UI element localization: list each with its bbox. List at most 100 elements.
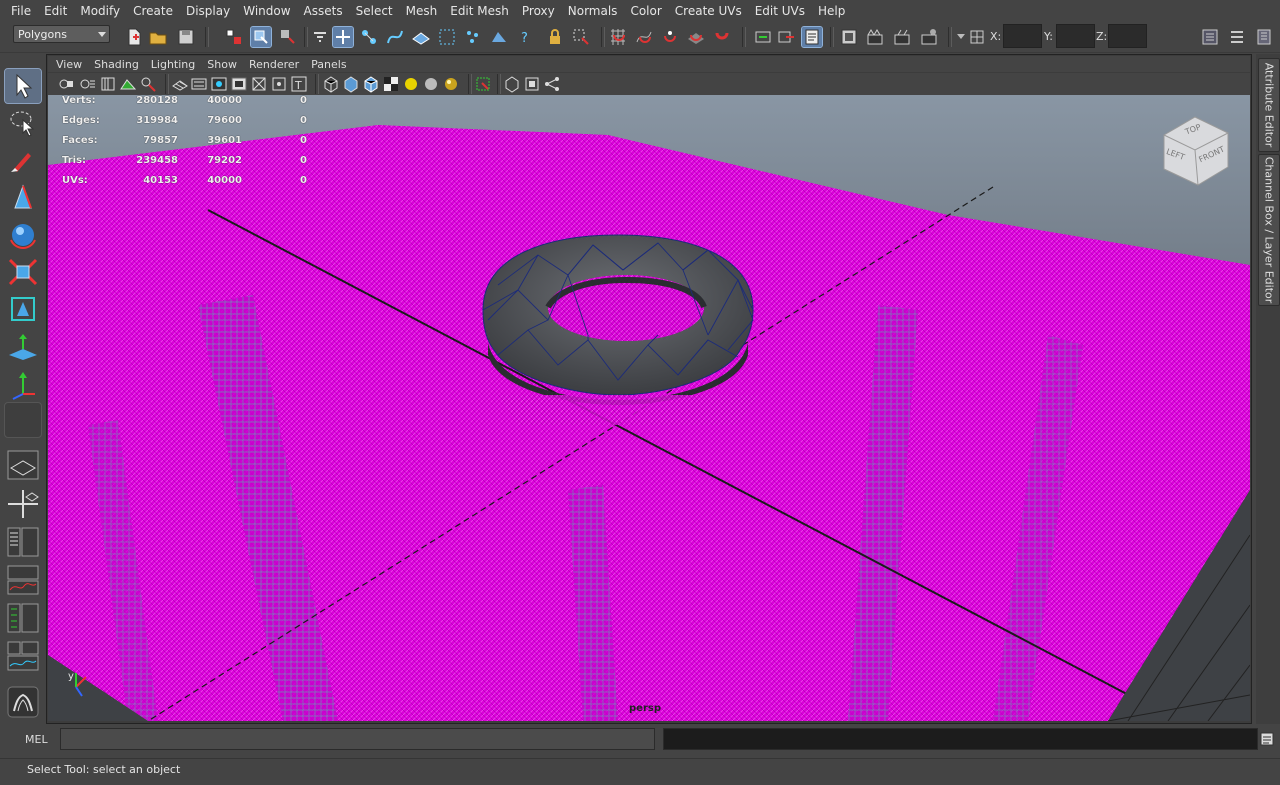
panel-menu-lighting[interactable]: Lighting [145, 58, 201, 71]
mask-deformations-icon[interactable] [437, 27, 457, 47]
menu-assets[interactable]: Assets [298, 0, 350, 22]
toggle-attribute-editor-icon[interactable] [1200, 27, 1220, 47]
panel-menu-view[interactable]: View [48, 58, 88, 71]
safe-title-icon[interactable]: T [290, 75, 308, 93]
panel-menu-show[interactable]: Show [201, 58, 243, 71]
tab-channel-box-layer-editor[interactable]: Channel Box / Layer Editor [1258, 154, 1280, 306]
menu-proxy[interactable]: Proxy [516, 0, 562, 22]
snap-to-curve-icon[interactable] [634, 27, 654, 47]
panel-menu-renderer[interactable]: Renderer [243, 58, 305, 71]
menu-color[interactable]: Color [624, 0, 668, 22]
menu-help[interactable]: Help [812, 0, 852, 22]
two-d-pan-zoom-icon[interactable] [139, 75, 157, 93]
make-live-icon[interactable] [712, 27, 732, 47]
menu-normals[interactable]: Normals [562, 0, 625, 22]
select-by-object-icon[interactable] [250, 26, 272, 48]
menu-window[interactable]: Window [237, 0, 297, 22]
smooth-shade-icon[interactable] [342, 75, 360, 93]
absolute-transform-icon[interactable] [967, 27, 987, 47]
x-field[interactable] [1003, 24, 1042, 48]
maya-quick-launch[interactable] [5, 685, 41, 719]
mask-misc-icon[interactable]: ? [515, 27, 535, 47]
layout-hypershade-persp[interactable] [5, 601, 41, 635]
layout-outliner-persp[interactable] [5, 525, 41, 559]
toggle-tool-settings-icon[interactable] [1227, 27, 1247, 47]
select-by-hierarchy-icon[interactable] [224, 27, 244, 47]
screen-space-ao-icon[interactable] [442, 75, 460, 93]
menu-edit-mesh[interactable]: Edit Mesh [444, 0, 516, 22]
output-connections-icon[interactable] [776, 27, 796, 47]
toggle-channel-box-icon[interactable] [1254, 27, 1274, 47]
camera-attributes-icon[interactable] [79, 75, 97, 93]
layout-graph-editor-persp[interactable] [5, 563, 41, 597]
shadows-icon[interactable] [422, 75, 440, 93]
move-tool[interactable] [5, 181, 41, 215]
select-by-component-icon[interactable] [278, 27, 298, 47]
panel-menu-panels[interactable]: Panels [305, 58, 352, 71]
menu-mesh[interactable]: Mesh [400, 0, 445, 22]
scale-tool[interactable] [5, 255, 41, 289]
highlight-selection-icon[interactable] [571, 27, 591, 47]
open-scene-icon[interactable] [148, 27, 168, 47]
layout-single-perspective[interactable] [5, 448, 41, 482]
film-gate-icon[interactable] [190, 75, 208, 93]
select-tool[interactable] [4, 68, 42, 104]
menu-create[interactable]: Create [127, 0, 180, 22]
paint-select-tool[interactable] [5, 144, 41, 178]
input-connections-icon[interactable] [753, 27, 773, 47]
mask-joints-icon[interactable] [359, 27, 379, 47]
mask-handles-icon[interactable] [332, 26, 354, 48]
render-view-icon[interactable] [839, 27, 859, 47]
z-field[interactable] [1108, 24, 1147, 48]
snap-to-grid-icon[interactable] [608, 27, 628, 47]
textured-icon[interactable] [382, 75, 400, 93]
universal-manipulator-tool[interactable] [5, 292, 41, 326]
script-editor-icon[interactable] [1260, 732, 1274, 746]
lock-selection-icon[interactable] [545, 27, 565, 47]
tab-attribute-editor[interactable]: Attribute Editor [1258, 58, 1280, 152]
layout-persp-graph-outliner[interactable] [5, 639, 41, 673]
safe-action-icon[interactable] [270, 75, 288, 93]
soft-modification-tool[interactable] [5, 329, 41, 363]
menu-select[interactable]: Select [350, 0, 400, 22]
mask-surfaces-icon[interactable] [411, 27, 431, 47]
menu-modify[interactable]: Modify [74, 0, 127, 22]
isolate-select-icon[interactable] [474, 75, 492, 93]
render-settings-icon[interactable] [919, 27, 939, 47]
lasso-tool[interactable] [5, 106, 41, 140]
y-field[interactable] [1056, 24, 1095, 48]
last-used-tool[interactable] [4, 402, 42, 438]
xray-active-components-icon[interactable] [523, 75, 541, 93]
mask-dynamics-icon[interactable] [463, 27, 483, 47]
menu-edit[interactable]: Edit [38, 0, 74, 22]
menu-file[interactable]: File [0, 0, 38, 22]
image-plane-icon[interactable] [119, 75, 137, 93]
menu-create-uvs[interactable]: Create UVs [669, 0, 749, 22]
mask-rendering-icon[interactable] [489, 27, 509, 47]
new-scene-icon[interactable] [124, 27, 144, 47]
resolution-gate-icon[interactable] [210, 75, 228, 93]
rotate-tool[interactable] [5, 218, 41, 252]
wireframe-on-shaded-icon[interactable] [362, 75, 380, 93]
field-chart-icon[interactable] [250, 75, 268, 93]
menu-set-dropdown[interactable]: Polygons [13, 25, 110, 43]
select-camera-icon[interactable] [58, 75, 76, 93]
layout-four-view[interactable] [5, 487, 41, 521]
gate-mask-icon[interactable] [230, 75, 248, 93]
mel-command-input[interactable] [60, 728, 655, 750]
grid-toggle-icon[interactable] [171, 75, 189, 93]
mask-curves-icon[interactable] [385, 27, 405, 47]
perspective-viewport[interactable]: Verts: 280128 40000 0 Edges: 319984 7960… [48, 95, 1250, 721]
snap-to-view-plane-icon[interactable] [686, 27, 706, 47]
script-language-toggle[interactable]: MEL [25, 733, 48, 746]
wireframe-shading-icon[interactable] [322, 75, 340, 93]
menu-display[interactable]: Display [180, 0, 237, 22]
xray-icon[interactable] [503, 75, 521, 93]
xray-joints-icon[interactable] [543, 75, 561, 93]
menu-edit-uvs[interactable]: Edit UVs [749, 0, 812, 22]
snap-to-point-icon[interactable] [660, 27, 680, 47]
ipr-render-icon[interactable] [892, 27, 912, 47]
render-current-frame-icon[interactable] [865, 27, 885, 47]
panel-menu-shading[interactable]: Shading [88, 58, 145, 71]
save-scene-icon[interactable] [176, 27, 196, 47]
